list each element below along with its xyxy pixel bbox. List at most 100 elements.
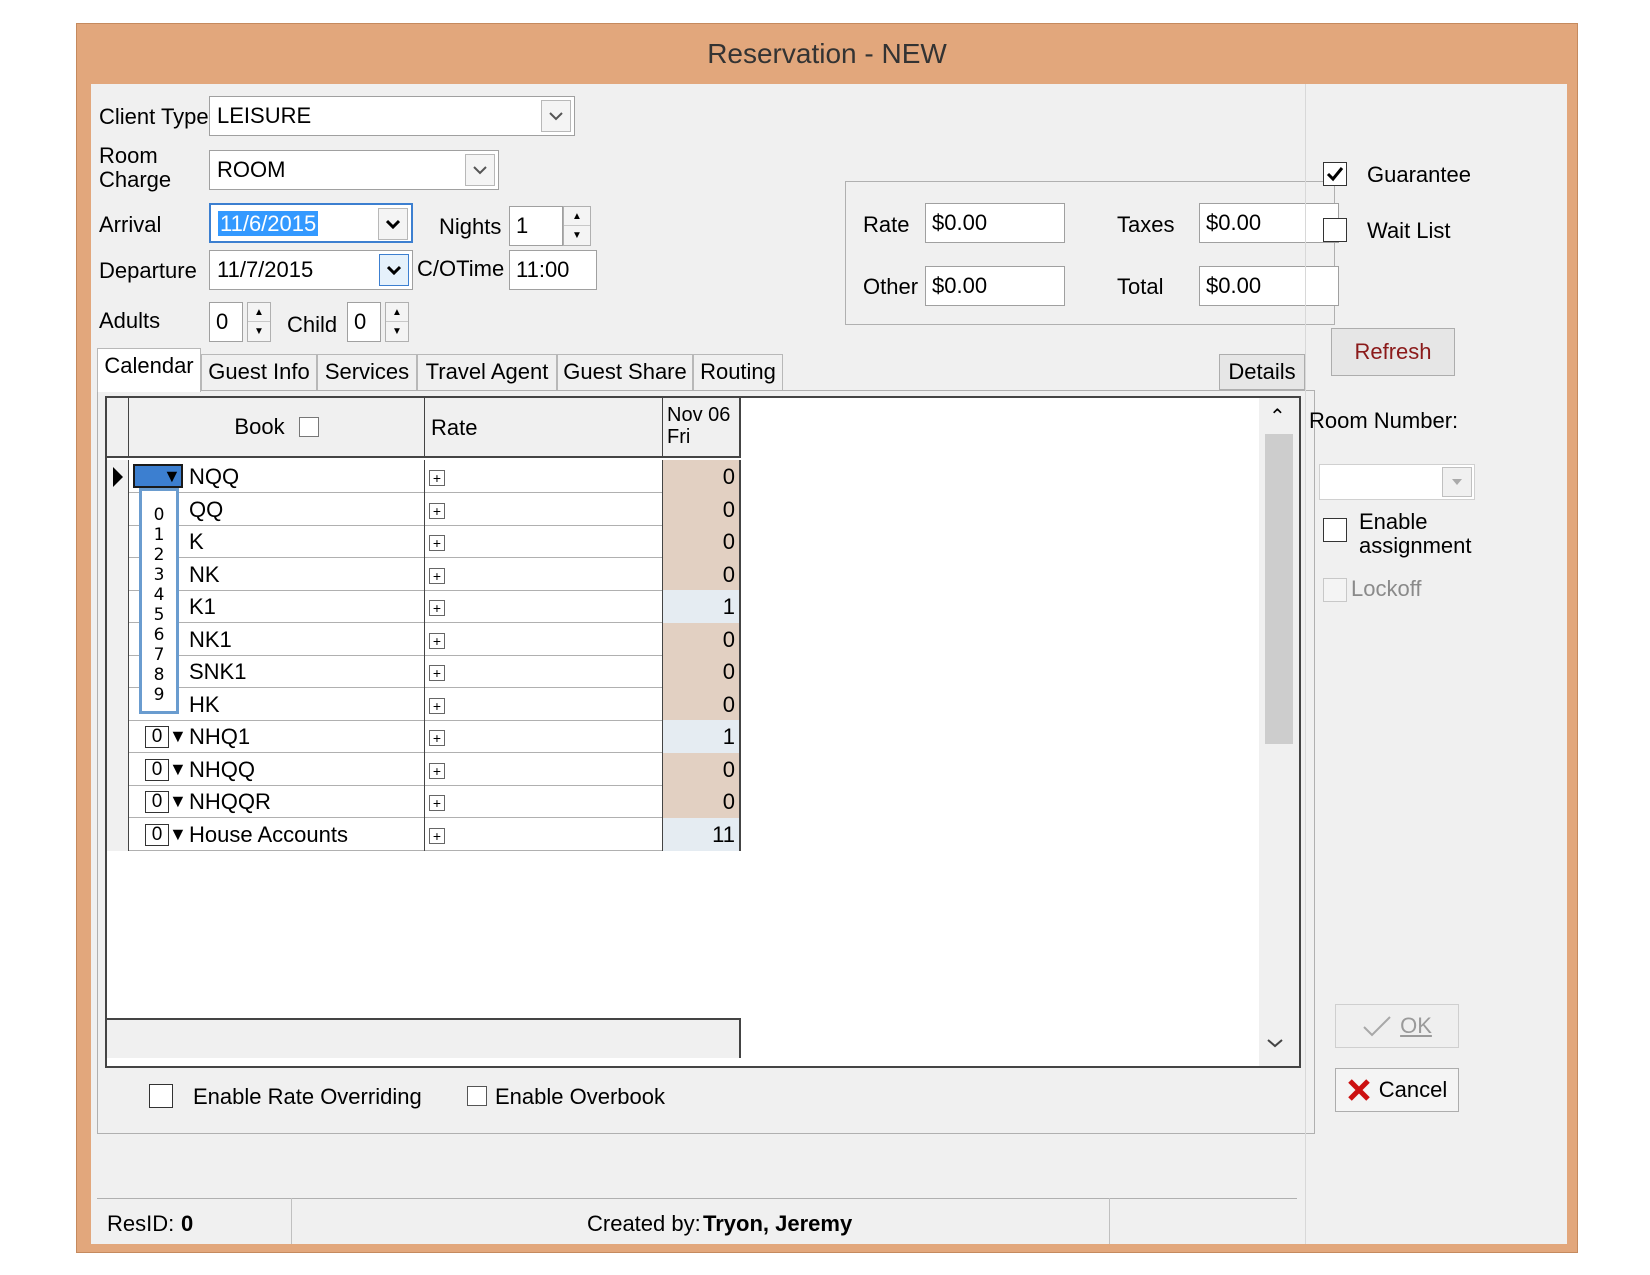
row-header[interactable] <box>107 720 129 753</box>
table-row[interactable]: 0 ▼ NHQ1 +1 <box>107 720 741 753</box>
row-header[interactable] <box>107 687 129 721</box>
row-header[interactable] <box>107 817 129 851</box>
child-spinner[interactable]: ▲ ▼ <box>385 302 409 342</box>
expand-rate-icon[interactable]: + <box>429 632 445 649</box>
expand-rate-icon[interactable]: + <box>429 567 445 584</box>
child-input[interactable]: 0 <box>347 302 381 342</box>
rate-cell[interactable]: + <box>425 655 663 688</box>
nights-spinner[interactable]: ▲ ▼ <box>563 206 591 246</box>
book-quantity-cell[interactable]: 0 ▼ <box>129 818 187 851</box>
tab-services[interactable]: Services <box>317 354 417 390</box>
dropdown-option[interactable]: 5 <box>142 605 176 625</box>
row-header[interactable] <box>107 785 129 818</box>
availability-cell[interactable]: 0 <box>663 525 741 558</box>
adults-spinner[interactable]: ▲ ▼ <box>247 302 271 342</box>
table-row[interactable]: ▼ NQQ +0 <box>107 460 741 493</box>
table-row[interactable]: QQ +0 <box>107 492 741 526</box>
spin-down-icon[interactable]: ▼ <box>248 322 270 341</box>
tab-routing[interactable]: Routing <box>693 354 783 390</box>
rate-cell[interactable]: + <box>425 752 663 786</box>
dropdown-arrow-icon[interactable]: ▼ <box>169 785 187 818</box>
dropdown-option[interactable]: 3 <box>142 565 176 585</box>
expand-rate-icon[interactable]: + <box>429 600 445 617</box>
dropdown-option[interactable]: 7 <box>142 645 176 665</box>
total-input[interactable]: $0.00 <box>1199 266 1339 306</box>
availability-cell[interactable]: 1 <box>663 590 741 623</box>
dropdown-option[interactable]: 0 <box>142 505 176 525</box>
row-header[interactable] <box>107 460 129 493</box>
grid-vertical-scrollbar[interactable]: ⌃ <box>1259 398 1299 1066</box>
book-quantity-value[interactable]: 0 <box>145 791 169 813</box>
row-header[interactable] <box>107 557 129 591</box>
rate-cell[interactable]: + <box>425 492 663 526</box>
nights-input[interactable]: 1 <box>509 206 563 246</box>
expand-rate-icon[interactable]: + <box>429 470 445 487</box>
book-all-checkbox[interactable] <box>298 417 319 437</box>
cancel-button[interactable]: Cancel <box>1335 1068 1459 1112</box>
book-quantity-value[interactable]: 0 <box>145 823 169 846</box>
departure-date-picker[interactable]: 11/7/2015 <box>209 250 413 290</box>
spin-up-icon[interactable]: ▲ <box>386 303 408 322</box>
rate-cell[interactable]: + <box>425 525 663 558</box>
expand-rate-icon[interactable]: + <box>429 535 445 552</box>
dropdown-arrow-icon[interactable]: ▼ <box>169 720 187 753</box>
table-row[interactable]: NK1 +0 <box>107 622 741 656</box>
row-header[interactable] <box>107 622 129 656</box>
rate-cell[interactable]: + <box>425 460 663 493</box>
availability-cell[interactable]: 0 <box>663 785 741 818</box>
spin-down-icon[interactable]: ▼ <box>386 322 408 341</box>
availability-cell[interactable]: 0 <box>663 622 741 656</box>
availability-cell[interactable]: 11 <box>663 817 741 851</box>
table-row[interactable]: 0 ▼ House Accounts +11 <box>107 817 741 851</box>
enable-rate-overriding-checkbox[interactable] <box>149 1084 173 1108</box>
rate-cell[interactable]: + <box>425 720 663 753</box>
book-quantity-cell[interactable]: 0 ▼ <box>129 785 187 818</box>
cotime-input[interactable]: 11:00 <box>509 250 597 290</box>
availability-cell[interactable]: 0 <box>663 557 741 591</box>
dropdown-arrow-icon[interactable]: ▼ <box>169 753 187 786</box>
row-header[interactable] <box>107 655 129 688</box>
table-row[interactable]: SNK1 +0 <box>107 655 741 688</box>
arrival-date-picker[interactable]: 11/6/2015 <box>209 203 413 243</box>
expand-rate-icon[interactable]: + <box>429 795 445 812</box>
dropdown-option[interactable]: 8 <box>142 665 176 685</box>
ok-button[interactable]: OK <box>1335 1004 1459 1048</box>
book-quantity-value[interactable]: 0 <box>145 758 169 781</box>
table-row[interactable]: HK +0 <box>107 687 741 721</box>
scroll-up-icon[interactable]: ⌃ <box>1269 404 1286 429</box>
client-type-combo[interactable]: LEISURE <box>209 96 575 136</box>
expand-rate-icon[interactable]: + <box>429 730 445 747</box>
rate-cell[interactable]: + <box>425 817 663 851</box>
row-header[interactable] <box>107 525 129 558</box>
expand-rate-icon[interactable]: + <box>429 827 445 844</box>
details-button[interactable]: Details <box>1219 354 1305 390</box>
expand-rate-icon[interactable]: + <box>429 762 445 779</box>
refresh-button[interactable]: Refresh <box>1331 328 1455 376</box>
room-charge-combo[interactable]: ROOM <box>209 150 499 190</box>
book-quantity-value[interactable]: 0 <box>145 726 169 748</box>
dropdown-option[interactable]: 4 <box>142 585 176 605</box>
spin-up-icon[interactable]: ▲ <box>248 303 270 322</box>
rate-cell[interactable]: + <box>425 785 663 818</box>
tab-guest-share[interactable]: Guest Share <box>557 354 693 390</box>
scroll-down-icon[interactable] <box>1267 1028 1283 1054</box>
dropdown-option[interactable]: 1 <box>142 525 176 545</box>
rate-cell[interactable]: + <box>425 590 663 623</box>
enable-assignment-checkbox[interactable] <box>1323 518 1347 542</box>
room-number-dropdown-button[interactable] <box>1442 467 1472 497</box>
availability-cell[interactable]: 0 <box>663 752 741 786</box>
client-type-dropdown-button[interactable] <box>541 100 571 132</box>
table-row[interactable]: 0 ▼ NHQQR +0 <box>107 785 741 818</box>
availability-cell[interactable]: 0 <box>663 687 741 721</box>
other-input[interactable]: $0.00 <box>925 266 1065 306</box>
dropdown-option[interactable]: 9 <box>142 685 176 705</box>
expand-rate-icon[interactable]: + <box>429 665 445 682</box>
table-row[interactable]: K +0 <box>107 525 741 558</box>
dropdown-option[interactable]: 2 <box>142 545 176 565</box>
availability-grid[interactable]: Book Rate Nov 06 Fri ▼ NQQ +0 QQ +0 K +0 NK +0 K1… <box>105 396 1301 1068</box>
availability-cell[interactable]: 1 <box>663 720 741 753</box>
taxes-input[interactable]: $0.00 <box>1199 203 1339 243</box>
book-quantity-dropdown-list[interactable]: 0123456789 <box>139 488 179 714</box>
expand-rate-icon[interactable]: + <box>429 697 445 714</box>
table-row[interactable]: K1 +1 <box>107 590 741 623</box>
